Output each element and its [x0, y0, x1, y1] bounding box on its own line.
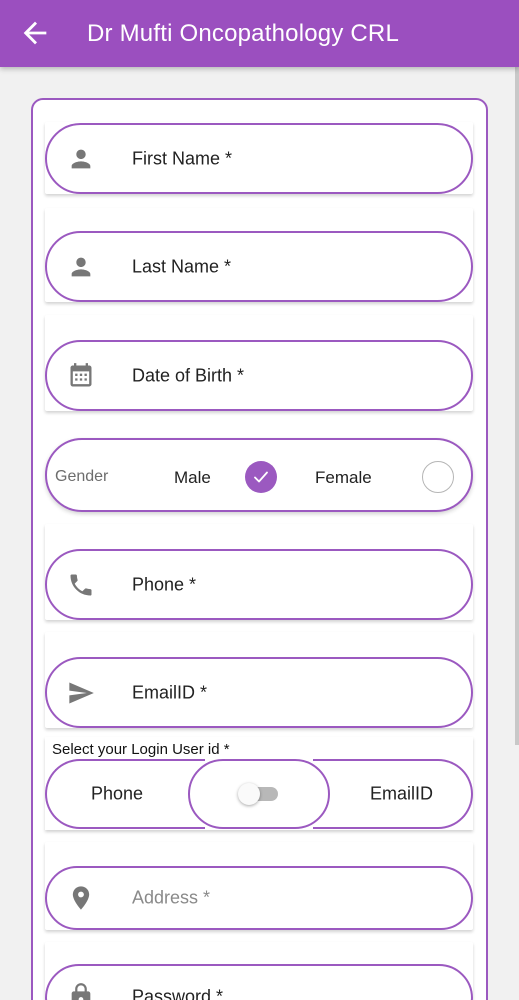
dob-label: Date of Birth *: [132, 365, 245, 385]
last-name-field[interactable]: Last Name *: [45, 231, 473, 302]
person-icon: [71, 149, 91, 168]
toggle-thumb: [238, 783, 260, 805]
password-label: Password *: [132, 986, 224, 1000]
person-icon: [71, 257, 91, 276]
address-placeholder: Address *: [132, 887, 211, 908]
login-option-email-label: EmailID: [369, 783, 433, 804]
phone-row: Phone *: [45, 524, 473, 620]
calendar-icon: [70, 362, 92, 386]
gender-male-label: Male: [174, 468, 211, 487]
phone-field[interactable]: Phone *: [45, 549, 473, 620]
page-title: Dr Mufti Oncopathology CRL: [87, 20, 399, 47]
scrollbar[interactable]: [515, 67, 519, 745]
first-name-field[interactable]: First Name *: [45, 123, 473, 194]
login-option-phone-label: Phone: [91, 783, 144, 804]
login-user-id-selector: Select your Login User id * Phone EmailI…: [45, 737, 473, 830]
login-option-phone[interactable]: Phone: [45, 759, 205, 829]
phone-icon: [70, 574, 92, 595]
gender-label: Gender: [55, 468, 109, 485]
password-row: Password *: [45, 942, 473, 1000]
last-name-row: Last Name *: [45, 208, 473, 302]
location-pin-icon: [72, 886, 90, 910]
date-of-birth-field[interactable]: Date of Birth *: [45, 340, 473, 411]
address-row: Address *: [45, 842, 473, 930]
login-toggle-container: [188, 759, 330, 829]
password-field[interactable]: Password *: [45, 964, 473, 1000]
phone-label: Phone *: [132, 574, 197, 594]
gender-male-radio[interactable]: [245, 461, 277, 493]
login-option-email[interactable]: EmailID: [313, 759, 473, 829]
last-name-label: Last Name *: [132, 256, 232, 276]
email-row: EmailID *: [45, 632, 473, 728]
email-field[interactable]: EmailID *: [45, 657, 473, 728]
first-name-label: First Name *: [132, 148, 233, 168]
login-user-id-caption: Select your Login User id *: [52, 741, 230, 758]
dob-row: Date of Birth *: [45, 315, 473, 411]
address-field[interactable]: Address *: [45, 866, 473, 930]
gender-female-radio[interactable]: [422, 461, 454, 493]
arrow-left-icon: [23, 21, 47, 45]
login-toggle-switch[interactable]: [238, 781, 284, 807]
first-name-row: First Name *: [45, 122, 473, 194]
check-icon: [254, 471, 268, 483]
email-label: EmailID *: [132, 682, 208, 702]
lock-icon: [71, 983, 91, 1000]
gender-female-label: Female: [315, 468, 372, 487]
back-button[interactable]: [18, 16, 52, 50]
gender-row: Gender Male Female: [45, 438, 473, 512]
app-bar: Dr Mufti Oncopathology CRL: [0, 0, 519, 67]
gender-field: Gender Male Female: [45, 438, 473, 512]
send-icon: [69, 682, 94, 703]
